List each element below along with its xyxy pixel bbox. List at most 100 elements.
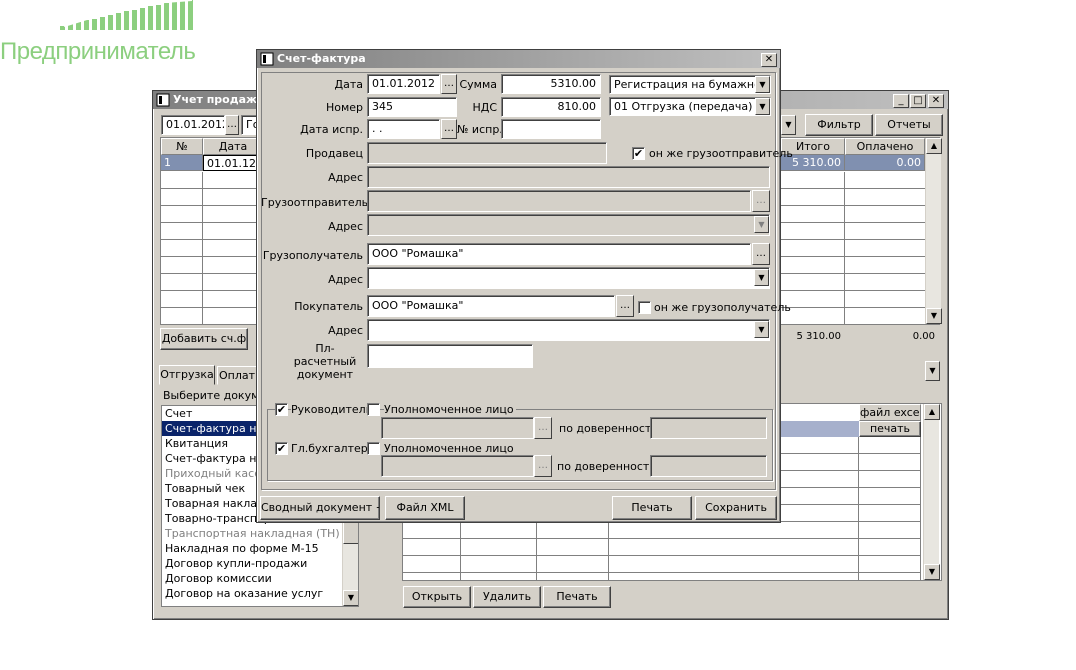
doc-list-item[interactable]: Транспортная накладная (ТН) (162, 526, 342, 541)
xml-file-button[interactable]: Файл XML (385, 496, 465, 520)
shipper-address-label: Адрес (328, 220, 363, 233)
row-num[interactable]: 1 (161, 155, 203, 171)
right-combo-dropdown-icon[interactable]: ▼ (781, 115, 796, 135)
row-date[interactable]: 01.01.12 (203, 155, 259, 171)
head-authorized-field (381, 417, 534, 439)
doc-grid-scroll-up-icon[interactable]: ▲ (924, 404, 940, 420)
print-button[interactable]: Печать (612, 496, 692, 520)
doc-list-scroll-down-icon[interactable]: ▼ (343, 590, 358, 606)
type-combo[interactable]: 01 Отгрузка (передача) или (609, 97, 771, 116)
back-print-button[interactable]: Печать (543, 586, 611, 608)
type-dropdown-icon[interactable]: ▼ (755, 98, 770, 115)
shipper-address-dropdown-icon: ▼ (754, 216, 769, 233)
close-icon[interactable]: ✕ (928, 94, 944, 108)
consignee-address-dropdown-icon[interactable]: ▼ (754, 269, 769, 286)
sum-paid: 0.00 (912, 331, 935, 342)
date-field[interactable]: 01.01.2012 (367, 74, 440, 94)
doc-list-item[interactable]: Договор на оказание услуг (162, 586, 342, 601)
grid-header-num[interactable]: № (161, 138, 203, 155)
summary-document-button[interactable]: Сводный документ + (260, 496, 380, 520)
open-button[interactable]: Открыть (403, 586, 471, 608)
scroll-up-icon[interactable]: ▲ (926, 138, 942, 154)
head-checkbox[interactable]: ✔ (275, 403, 288, 416)
accountant-authorized-field (381, 455, 534, 477)
shipper-field (367, 190, 751, 212)
accountant-checkbox[interactable]: ✔ (275, 442, 288, 455)
tab-payment[interactable]: Оплат (217, 366, 257, 385)
date-ellipsis-button[interactable]: … (441, 74, 457, 94)
consignee-address-label: Адрес (328, 273, 363, 286)
sum-field[interactable]: 5310.00 (501, 74, 601, 94)
grid-header-excel[interactable]: файл excel (859, 404, 921, 421)
fix-date-field[interactable]: . . (367, 119, 440, 139)
save-button[interactable]: Сохранить (695, 496, 777, 520)
dialog-app-icon (260, 52, 274, 66)
logo-chart-icon (60, 0, 193, 30)
registration-combo[interactable]: Регистрация на бумажном (609, 75, 771, 94)
doc-grid-scroll-down-icon[interactable]: ▼ (924, 564, 940, 580)
dialog-close-icon[interactable]: ✕ (761, 53, 777, 67)
seller-address-label: Адрес (328, 171, 363, 184)
delete-button[interactable]: Удалить (473, 586, 541, 608)
date-filter-field[interactable]: 01.01.2012 (161, 115, 225, 135)
shipper-label: Грузоотправитель (261, 196, 369, 209)
payment-doc-field[interactable] (367, 344, 533, 368)
minimize-icon[interactable]: _ (893, 94, 909, 108)
accountant-authorized-label: Уполномоченное лицо (384, 442, 514, 455)
fix-date-ellipsis-button[interactable]: … (441, 119, 457, 139)
head-proxy-label: по доверенности (559, 422, 659, 435)
doc-list-item[interactable]: Накладная по форме М-15 (162, 541, 342, 556)
date-label: Дата (334, 78, 363, 91)
consignee-address-field[interactable] (367, 267, 770, 289)
consignee-ellipsis-button[interactable]: … (752, 243, 770, 265)
doc-list-item[interactable]: Договор купли-продажи (162, 556, 342, 571)
doc-list-item[interactable]: Договор комиссии (162, 571, 342, 586)
number-label: Номер (325, 101, 363, 114)
grid-header-paid[interactable]: Оплачено (845, 138, 925, 155)
head-authorized-checkbox[interactable] (367, 403, 380, 416)
registration-dropdown-icon[interactable]: ▼ (755, 76, 770, 93)
head-label: Руководитель (291, 403, 375, 416)
grid-header-date[interactable]: Дата (203, 138, 263, 155)
row-paid[interactable]: 0.00 (845, 155, 925, 171)
maximize-icon[interactable]: □ (910, 94, 926, 108)
head-proxy-field (650, 417, 767, 439)
sum-total: 5 310.00 (796, 331, 841, 342)
invoice-dialog-titlebar[interactable]: Счет-фактура (257, 50, 780, 68)
doc-grid-scrollbar[interactable]: ▲ ▼ (923, 404, 940, 580)
buyer-address-field[interactable] (367, 319, 770, 341)
logo-text: Предприниматель (0, 38, 196, 65)
he-is-shipper-label: он же грузоотправитель (649, 147, 793, 160)
buyer-address-label: Адрес (328, 324, 363, 337)
accountant-proxy-label: по доверенности (557, 460, 657, 473)
fix-number-label: № испр. (457, 123, 503, 136)
he-is-shipper-checkbox[interactable]: ✔ (632, 147, 645, 160)
number-field[interactable]: 345 (367, 97, 457, 117)
scroll-down-icon[interactable]: ▼ (926, 308, 942, 324)
sales-window-title: Учет продаж (173, 93, 257, 106)
print-cell-button[interactable]: печать (859, 421, 921, 437)
invoice-dialog-title: Счет-фактура (277, 52, 366, 65)
reports-button[interactable]: Отчеты (875, 114, 943, 136)
tab-shipment[interactable]: Отгрузка (159, 365, 215, 385)
add-invoice-button[interactable]: Добавить сч.ф (160, 328, 248, 350)
vat-field[interactable]: 810.00 (501, 97, 601, 117)
date-filter-ellipsis-button[interactable]: … (225, 115, 239, 135)
accountant-proxy-field (650, 455, 767, 477)
accountant-authorized-checkbox[interactable] (367, 442, 380, 455)
buyer-address-dropdown-icon[interactable]: ▼ (754, 321, 769, 338)
fix-number-field[interactable] (501, 119, 601, 139)
app-icon (156, 93, 170, 107)
filter-button[interactable]: Фильтр (805, 114, 873, 136)
doc-combo-dropdown-icon[interactable]: ▼ (925, 361, 940, 381)
consignee-field[interactable]: ООО "Ромашка" (367, 243, 751, 265)
seller-address-field (367, 166, 770, 188)
head-authorized-ellipsis-button: … (534, 417, 552, 439)
fix-date-label: Дата испр. (300, 123, 363, 136)
payment-doc-label: Пл-расчетный документ (293, 342, 357, 381)
grid-scrollbar[interactable]: ▲ ▼ (925, 138, 942, 324)
seller-label: Продавец (305, 147, 363, 160)
buyer-ellipsis-button[interactable]: … (616, 295, 634, 317)
he-is-consignee-checkbox[interactable] (638, 301, 651, 314)
buyer-field[interactable]: ООО "Ромашка" (367, 295, 615, 317)
